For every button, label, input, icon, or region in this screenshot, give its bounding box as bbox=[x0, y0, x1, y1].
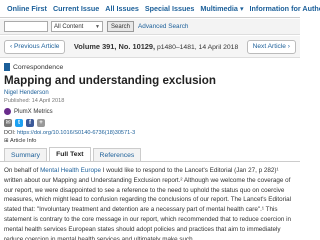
article-tabs: Summary Full Text References bbox=[0, 147, 300, 162]
nav-current-issue[interactable]: Current Issue bbox=[50, 4, 102, 13]
nav-special-issues[interactable]: Special Issues bbox=[142, 4, 198, 13]
plumx-label: PlumX Metrics bbox=[14, 108, 53, 115]
chevron-down-icon: ▼ bbox=[95, 23, 100, 30]
tab-summary[interactable]: Summary bbox=[4, 148, 48, 161]
nav-multimedia[interactable]: Multimedia ▾ bbox=[197, 4, 246, 13]
doi-link[interactable]: https://doi.org/10.1016/S0140-6736(18)30… bbox=[17, 130, 135, 136]
article-body: On behalf of Mental Health Europe I woul… bbox=[4, 166, 296, 240]
content-select-value: All Content bbox=[54, 23, 84, 30]
search-bar: All Content ▼ Search Advanced Search bbox=[0, 19, 300, 35]
email-icon[interactable]: ✉ bbox=[4, 118, 12, 127]
body-paragraph: On behalf of Mental Health Europe I woul… bbox=[4, 166, 296, 240]
doi-line: DOI: https://doi.org/10.1016/S0140-6736(… bbox=[4, 130, 135, 136]
volume-number: Volume 391, No. 10129, bbox=[73, 42, 156, 51]
nav-information-for-authors[interactable]: Information for Authors bbox=[247, 4, 320, 13]
article-info-label: Article Info bbox=[9, 138, 37, 144]
nav-online-first[interactable]: Online First bbox=[4, 4, 50, 13]
section-marker bbox=[4, 63, 10, 71]
volume-info: Volume 391, No. 10129, p1480–1481, 14 Ap… bbox=[74, 42, 238, 51]
author-link[interactable]: Nigel Henderson bbox=[4, 90, 49, 96]
tab-full-text[interactable]: Full Text bbox=[49, 147, 91, 161]
article-info-toggle[interactable]: ⊞ Article Info bbox=[4, 138, 36, 144]
share-toolbar: ✉ t f + bbox=[4, 118, 48, 127]
volume-pages: p1480–1481, 14 April 2018 bbox=[156, 44, 239, 51]
previous-article-button[interactable]: ‹ Previous Article bbox=[4, 39, 66, 54]
nav-all-issues[interactable]: All Issues bbox=[102, 4, 142, 13]
article-title: Mapping and understanding exclusion bbox=[4, 74, 216, 87]
search-button[interactable]: Search bbox=[107, 21, 135, 32]
next-article-button[interactable]: Next Article › bbox=[246, 39, 296, 54]
chevron-down-icon: ▾ bbox=[239, 4, 244, 13]
plus-icon[interactable]: + bbox=[37, 118, 45, 127]
twitter-icon[interactable]: t bbox=[15, 118, 23, 127]
article-info-plus-icon: ⊞ bbox=[4, 138, 9, 144]
doi-label: DOI: bbox=[4, 130, 16, 136]
published-date: Published: 14 April 2018 bbox=[4, 98, 65, 104]
section-label: Correspondence bbox=[13, 63, 64, 71]
content-type-select[interactable]: All Content ▼ bbox=[51, 21, 103, 32]
article-navigation: ‹ Previous Article Volume 391, No. 10129… bbox=[0, 36, 300, 58]
tab-references[interactable]: References bbox=[92, 148, 142, 161]
mental-health-europe-link[interactable]: Mental Health Europe bbox=[40, 167, 101, 174]
nav-multimedia-label: Multimedia bbox=[200, 4, 238, 13]
body-text-post: I would like to respond to the Lancet's … bbox=[4, 167, 292, 240]
search-input[interactable] bbox=[4, 21, 48, 32]
top-navigation: Online First Current Issue All Issues Sp… bbox=[0, 0, 320, 18]
section-header: Correspondence bbox=[0, 62, 300, 72]
plumx-icon bbox=[4, 108, 11, 115]
body-text-pre: On behalf of bbox=[4, 167, 41, 174]
facebook-icon[interactable]: f bbox=[26, 118, 34, 127]
advanced-search-link[interactable]: Advanced Search bbox=[138, 23, 188, 30]
plumx-metrics[interactable]: PlumX Metrics bbox=[4, 107, 53, 116]
